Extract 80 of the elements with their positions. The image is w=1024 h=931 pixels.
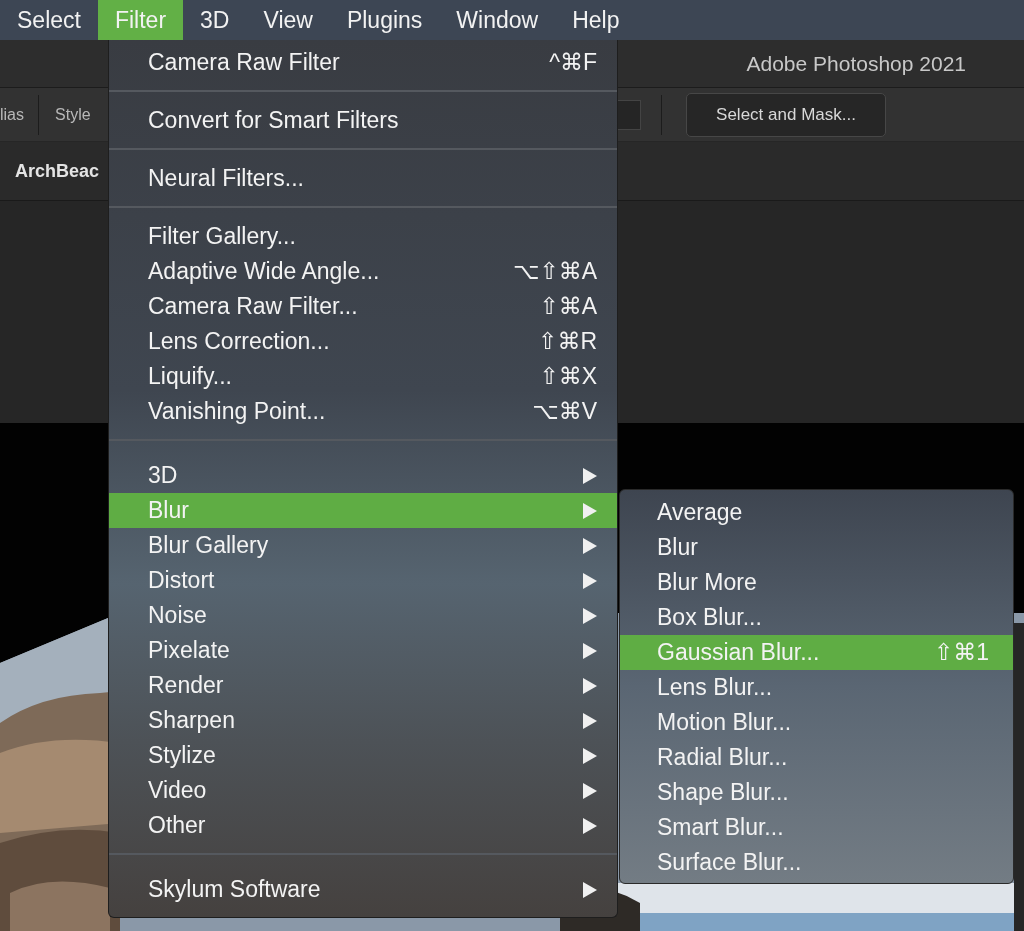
menu-item[interactable]: Shape Blur... (620, 775, 1013, 810)
menu-item[interactable]: Smart Blur... (620, 810, 1013, 845)
menu-item-label: Video (148, 777, 208, 804)
menu-item[interactable]: Average (620, 495, 1013, 530)
menu-item[interactable]: Render (109, 668, 617, 703)
menu-item[interactable]: Camera Raw Filter... ⇧⌘A (109, 289, 617, 324)
menu-item-label: Render (148, 672, 225, 699)
menu-item-label: Blur More (657, 569, 758, 596)
menu-item[interactable]: Lens Correction... ⇧⌘R (109, 324, 617, 359)
menu-item[interactable]: Blur Gallery (109, 528, 617, 563)
menu-item-label: Motion Blur... (657, 709, 793, 736)
menu-item-label: Lens Correction... (148, 328, 331, 355)
menu-item[interactable]: Surface Blur... (620, 845, 1013, 880)
menu-item-label: Surface Blur... (657, 849, 803, 876)
menu-item-label: Neural Filters... (148, 165, 305, 192)
menu-item-label: Blur (657, 534, 699, 561)
menu-item[interactable]: Motion Blur... (620, 705, 1013, 740)
menu-item-label: Sharpen (148, 707, 236, 734)
menu-item-label: Filter Gallery... (148, 223, 297, 250)
menu-item-label: Skylum Software (148, 876, 322, 903)
antialias-label: lias (0, 105, 25, 124)
menu-item-label: Distort (148, 567, 216, 594)
window-title: Adobe Photoshop 2021 (746, 51, 966, 76)
menu-item[interactable]: Stylize (109, 738, 617, 773)
menu-item-label: Box Blur... (657, 604, 763, 631)
menu-item[interactable]: Blur More (620, 565, 1013, 600)
menu-item-label: Lens Blur... (657, 674, 774, 701)
menu-item-label: Blur (148, 497, 190, 524)
menu-item-label: Gaussian Blur... (657, 639, 821, 666)
menu-item-label: Stylize (148, 742, 217, 769)
menu-item-label: Camera Raw Filter... (148, 293, 359, 320)
menu-item-label: Blur Gallery (148, 532, 270, 559)
menu-item-label: Other (148, 812, 207, 839)
menu-item-label: Radial Blur... (657, 744, 789, 771)
menu-item[interactable]: Skylum Software (109, 872, 617, 907)
menu-item[interactable]: Camera Raw Filter ^⌘F (109, 45, 617, 80)
menu-item[interactable]: Other (109, 808, 617, 843)
shortcut-label: ^⌘F (549, 49, 597, 76)
menu-item-label: Vanishing Point... (148, 398, 327, 425)
menu-bar-item[interactable]: Select (0, 0, 98, 40)
menu-item-label: Camera Raw Filter (148, 49, 341, 76)
menu-item-label: Adaptive Wide Angle... (148, 258, 381, 285)
menu-item[interactable]: Liquify... ⇧⌘X (109, 359, 617, 394)
menu-item[interactable]: 3D (109, 458, 617, 493)
menu-item[interactable]: Box Blur... (620, 600, 1013, 635)
shortcut-label: ⇧⌘A (539, 293, 597, 320)
style-label: Style (54, 105, 92, 124)
menu-item[interactable]: Pixelate (109, 633, 617, 668)
shortcut-label: ⇧⌘R (538, 328, 597, 355)
menu-item[interactable]: Neural Filters... (109, 161, 617, 196)
menu-item-label: Convert for Smart Filters (148, 107, 400, 134)
menu-item-label: Liquify... (148, 363, 233, 390)
menu-bar-item[interactable]: 3D (183, 0, 247, 40)
menu-item-label: Shape Blur... (657, 779, 790, 806)
menu-item[interactable]: Filter Gallery... (109, 219, 617, 254)
menu-item[interactable]: Lens Blur... (620, 670, 1013, 705)
menu-item[interactable]: Blur (620, 530, 1013, 565)
shortcut-label: ⇧⌘X (539, 363, 597, 390)
menu-item-label: 3D (148, 462, 179, 489)
menu-item-label: Average (657, 499, 744, 526)
menu-item[interactable]: Noise (109, 598, 617, 633)
menu-item-label: Pixelate (148, 637, 231, 664)
menu-item-label: Smart Blur... (657, 814, 785, 841)
menu-bar-item[interactable]: Plugins (329, 0, 440, 40)
menu-bar-item[interactable]: Help (555, 0, 637, 40)
menu-bar-item[interactable]: View (246, 0, 330, 40)
menu-item[interactable]: Distort (109, 563, 617, 598)
shortcut-label: ⌥⇧⌘A (512, 258, 597, 285)
menu-item[interactable]: Video (109, 773, 617, 808)
menu-item-label: Noise (148, 602, 208, 629)
menu-item[interactable]: Radial Blur... (620, 740, 1013, 775)
select-and-mask-button[interactable]: Select and Mask... (686, 92, 886, 137)
menu-bar-item[interactable]: Window (439, 0, 556, 40)
menu-item[interactable]: Vanishing Point... ⌥⌘V (109, 394, 617, 429)
menu-item[interactable]: Adaptive Wide Angle... ⌥⇧⌘A (109, 254, 617, 289)
shortcut-label: ⇧⌘1 (933, 639, 989, 666)
menu-item[interactable]: Sharpen (109, 703, 617, 738)
document-tab[interactable]: ArchBeac (15, 160, 100, 182)
menu-item[interactable]: Convert for Smart Filters (109, 103, 617, 138)
shortcut-label: ⌥⌘V (532, 398, 597, 425)
